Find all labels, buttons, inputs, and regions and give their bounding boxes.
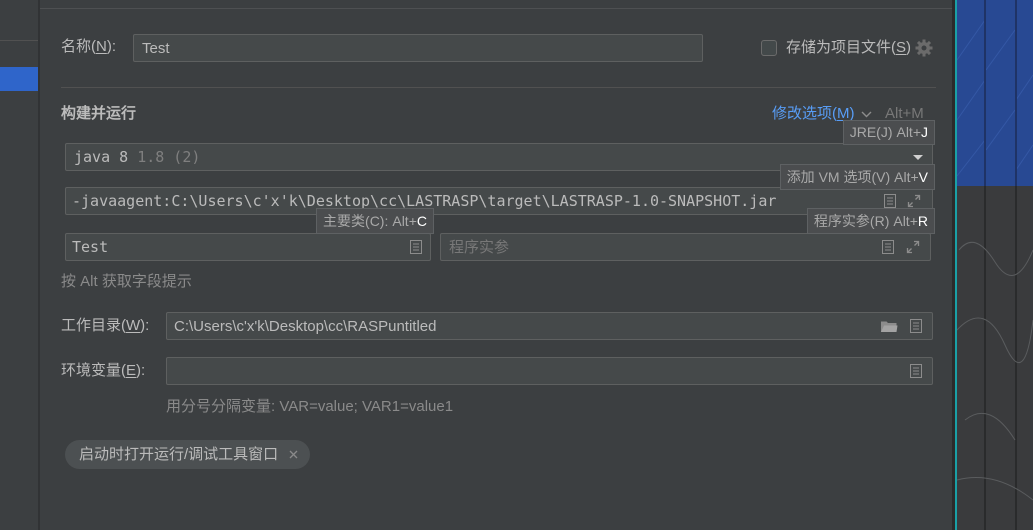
name-field[interactable] <box>133 34 703 62</box>
sidebar-divider <box>0 40 38 41</box>
close-icon[interactable] <box>289 450 298 459</box>
program-arguments-field[interactable] <box>440 233 931 261</box>
hint-label: 程序实参(R) <box>813 213 890 229</box>
name-input[interactable] <box>133 34 703 62</box>
main-class-field-hint: 主要类(C): Alt+C <box>316 208 434 234</box>
sidebar-selected-item[interactable] <box>0 67 38 91</box>
shortcut-key: C <box>416 213 427 229</box>
expand-text-icon[interactable] <box>410 240 422 254</box>
mnemonic-letter: N <box>96 38 107 55</box>
main-class-field[interactable] <box>65 233 431 261</box>
environment-variables-field[interactable] <box>166 357 933 385</box>
vm-options-field[interactable] <box>65 187 933 215</box>
jre-field-hint: JRE(J) Alt+J <box>842 120 935 145</box>
environment-variables-input[interactable] <box>166 357 933 385</box>
expand-text-icon[interactable] <box>882 240 894 254</box>
alt-field-hint-text: 按 Alt 获取字段提示 <box>61 273 192 290</box>
shortcut-key: V <box>918 169 928 185</box>
gear-icon[interactable] <box>915 39 933 57</box>
hint-shortcut: Alt+R <box>893 213 928 229</box>
hint-shortcut: Alt+C <box>392 213 427 229</box>
shortcut-key: J <box>921 124 928 140</box>
section-divider <box>61 87 936 88</box>
expand-text-icon[interactable] <box>910 364 922 378</box>
hint-shortcut: Alt+V <box>894 169 928 185</box>
program-arguments-input[interactable] <box>440 233 931 261</box>
option-chip-label: 启动时打开运行/调试工具窗口 <box>79 446 279 463</box>
shortcut-key: R <box>917 213 928 229</box>
hint-label: 添加 VM 选项(V) <box>786 169 891 185</box>
hint-shortcut: Alt+J <box>896 124 928 140</box>
mnemonic-letter: W <box>126 317 141 334</box>
working-directory-label: 工作目录(W): <box>61 317 150 334</box>
store-as-project-file-label: 存储为项目文件(S) <box>786 39 912 56</box>
open-run-debug-tool-window-option-chip[interactable]: 启动时打开运行/调试工具窗口 <box>65 440 311 469</box>
hint-label: 主要类(C): <box>323 213 389 229</box>
environment-variables-hint: 用分号分隔变量: VAR=value; VAR1=value1 <box>166 398 454 415</box>
jre-name: java 8 <box>74 148 129 166</box>
expand-text-icon[interactable] <box>884 194 896 208</box>
mnemonic-letter: E <box>126 362 137 379</box>
jre-version: 1.8 (2) <box>137 148 201 166</box>
chevron-down-icon[interactable] <box>861 111 872 118</box>
program-arguments-field-hint: 程序实参(R) Alt+R <box>806 208 935 234</box>
hint-label: JRE(J) <box>849 124 893 140</box>
checkbox-box[interactable] <box>761 40 777 56</box>
folder-icon[interactable] <box>880 320 898 333</box>
expand-field-icon[interactable] <box>906 240 920 254</box>
panel-top-border <box>40 8 953 9</box>
working-directory-input[interactable] <box>166 312 933 340</box>
store-as-project-file-checkbox[interactable]: 存储为项目文件(S) <box>761 38 911 58</box>
main-class-input[interactable] <box>65 233 431 261</box>
mnemonic-letter: S <box>896 39 907 56</box>
desktop-background <box>955 0 1033 530</box>
dropdown-arrow-icon[interactable] <box>913 155 923 160</box>
build-and-run-title: 构建并运行 <box>61 105 137 122</box>
working-directory-field[interactable] <box>166 312 933 340</box>
environment-variables-label: 环境变量(E): <box>61 362 146 379</box>
expand-text-icon[interactable] <box>910 319 922 333</box>
vm-options-field-hint: 添加 VM 选项(V) Alt+V <box>779 164 935 190</box>
name-label: 名称(N): <box>61 38 117 55</box>
vm-options-input[interactable] <box>65 187 933 215</box>
run-configuration-dialog: 名称(N): 存储为项目文件(S) 构建并运行 修改选项(M) Alt+M ja… <box>0 0 1033 530</box>
expand-field-icon[interactable] <box>907 194 921 208</box>
